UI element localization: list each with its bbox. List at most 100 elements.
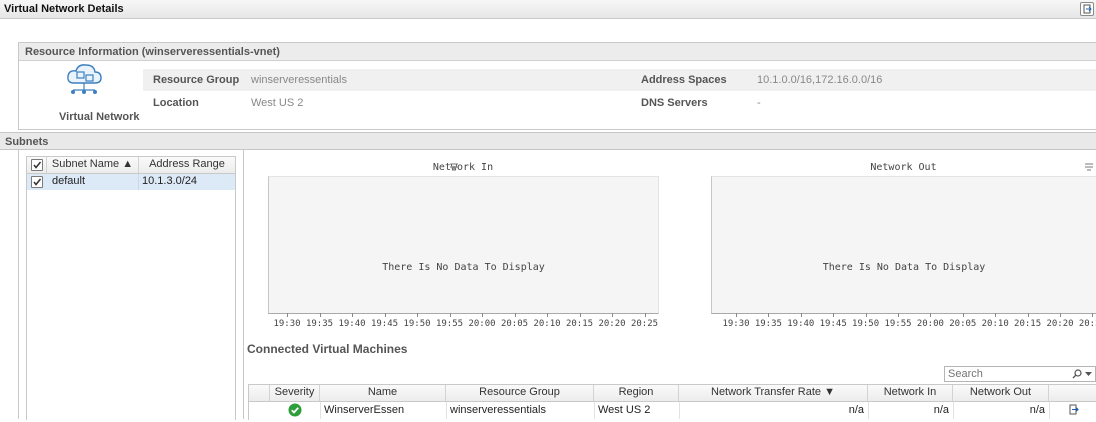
x-tick-label: 19:45 [819, 319, 847, 329]
address-range-cell: 10.1.3.0/24 [142, 175, 198, 187]
subnet-name-column-header[interactable]: Subnet Name ▲ [47, 157, 139, 173]
vm-transfer-rate-cell: n/a [848, 404, 864, 416]
region-column-header[interactable]: Region [594, 385, 679, 401]
x-tick-mark [1060, 313, 1061, 317]
x-tick-mark [768, 313, 770, 317]
x-tick-label: 19:35 [305, 319, 334, 329]
x-tick-label: 19:35 [754, 319, 782, 329]
resource-group-value: winserveressentials [251, 74, 347, 86]
x-tick-mark [930, 313, 932, 317]
drilldown-icon[interactable] [1068, 404, 1079, 415]
resource-group-column-header[interactable]: Resource Group [446, 385, 594, 401]
location-label: Location [153, 97, 199, 109]
subnets-heading: Subnets [5, 136, 49, 148]
vm-network-out-cell: n/a [1029, 404, 1045, 416]
dns-servers-value: - [757, 97, 761, 109]
middle-divider [243, 150, 244, 419]
virtual-network-label: Virtual Network [59, 111, 140, 123]
x-tick-label: 20:00 [916, 319, 944, 329]
vm-search-box[interactable] [944, 366, 1096, 382]
select-all-cell[interactable] [27, 157, 47, 173]
network-in-x-axis: 19:30 19:35 19:40 19:45 19:50 19:55 20:00 20:05… [268, 313, 658, 333]
row-divider [953, 402, 954, 419]
chevron-down-icon[interactable] [1085, 372, 1092, 377]
x-tick-mark [612, 313, 613, 317]
window-title-bar: Virtual Network Details [0, 0, 1096, 19]
x-tick-label: 20:25 [1078, 319, 1096, 329]
subnet-row[interactable]: default 10.1.3.0/24 [27, 174, 235, 190]
x-tick-label: 20:20 [598, 319, 626, 329]
x-tick-label: 20:10 [533, 319, 561, 329]
x-tick-mark [579, 313, 581, 317]
vm-row[interactable]: WinserverEssen winserveressentials West … [249, 402, 1096, 419]
x-tick-label: 19:50 [403, 319, 431, 329]
search-icon[interactable] [1072, 369, 1082, 379]
x-tick-label: 19:30 [273, 319, 301, 329]
x-tick-mark [514, 313, 516, 317]
x-tick-mark [865, 313, 867, 317]
row-divider [594, 402, 595, 419]
vm-region-cell: West US 2 [598, 404, 651, 416]
resource-group-label: Resource Group [153, 74, 240, 86]
network-out-column-header[interactable]: Network Out [953, 385, 1049, 401]
subnets-grid: Subnet Name ▲ Address Range default 10.1… [26, 156, 236, 420]
network-out-chart-menu-icon[interactable] [1084, 162, 1094, 172]
row-divider [320, 402, 321, 419]
x-tick-label: 19:40 [338, 319, 366, 329]
x-tick-mark [1027, 313, 1029, 317]
transfer-rate-column-header[interactable]: Network Transfer Rate ▼ [679, 385, 868, 401]
resource-info-panel: Resource Information (winserveressential… [18, 42, 1096, 130]
row-divider [679, 402, 680, 419]
select-all-checkbox[interactable] [31, 159, 43, 171]
vm-name-cell[interactable]: WinserverEssen [320, 402, 446, 418]
x-tick-mark [644, 313, 646, 317]
x-tick-mark [898, 313, 899, 317]
virtual-network-icon [64, 63, 104, 97]
dns-servers-label: DNS Servers [641, 97, 708, 109]
name-column-header[interactable]: Name [320, 385, 446, 401]
network-out-x-axis: 19:30 19:35 19:40 19:45 19:50 19:55 20:00 20:05… [711, 313, 1096, 333]
address-range-column-header[interactable]: Address Range [139, 157, 235, 173]
vm-severity-cell [270, 402, 320, 418]
network-in-column-header[interactable]: Network In [868, 385, 953, 401]
network-in-chart-header: Network In [268, 160, 658, 174]
vm-action-cell[interactable] [1049, 402, 1096, 418]
x-tick-mark [962, 313, 964, 317]
x-tick-mark [417, 313, 418, 317]
x-tick-label: 19:50 [852, 319, 880, 329]
x-tick-label: 20:10 [981, 319, 1009, 329]
network-out-chart-title: Network Out [870, 162, 937, 173]
vms-grid-header: Severity Name Resource Group Region Netw… [249, 385, 1096, 402]
network-out-chart-header: Network Out [711, 160, 1096, 174]
vms-heading: Connected Virtual Machines [247, 342, 408, 356]
export-button[interactable] [1080, 2, 1094, 16]
subnet-row-checkbox[interactable] [31, 176, 43, 188]
x-tick-mark [833, 313, 835, 317]
x-tick-mark [319, 313, 321, 317]
x-tick-label: 19:30 [722, 319, 750, 329]
vm-search-input[interactable] [948, 367, 1058, 380]
vm-resource-group-cell: winserveressentials [450, 404, 546, 416]
row-cell-divider [138, 174, 139, 190]
x-tick-label: 20:05 [949, 319, 977, 329]
address-spaces-label: Address Spaces [641, 74, 727, 86]
x-tick-label: 20:00 [468, 319, 496, 329]
subnets-header: Subnets [0, 132, 1096, 150]
x-tick-label: 20:05 [500, 319, 529, 329]
x-tick-mark [449, 313, 451, 317]
network-in-chart-menu-icon[interactable] [449, 162, 459, 172]
x-tick-mark [1092, 313, 1094, 317]
severity-column-header[interactable]: Severity [270, 385, 320, 401]
x-tick-label: 19:55 [435, 319, 464, 329]
vm-select-column[interactable] [249, 385, 270, 401]
status-ok-icon [288, 403, 302, 417]
x-tick-label: 20:15 [565, 319, 594, 329]
network-out-plot-area: There Is No Data To Display [711, 176, 1096, 314]
x-tick-mark [287, 313, 288, 317]
subnets-grid-header: Subnet Name ▲ Address Range [27, 157, 235, 174]
x-tick-mark [995, 313, 997, 317]
x-tick-mark [384, 313, 386, 317]
network-in-no-data: There Is No Data To Display [382, 262, 545, 273]
resource-info-heading: Resource Information (winserveressential… [25, 46, 280, 58]
address-spaces-value: 10.1.0.0/16,172.16.0.0/16 [757, 74, 883, 86]
